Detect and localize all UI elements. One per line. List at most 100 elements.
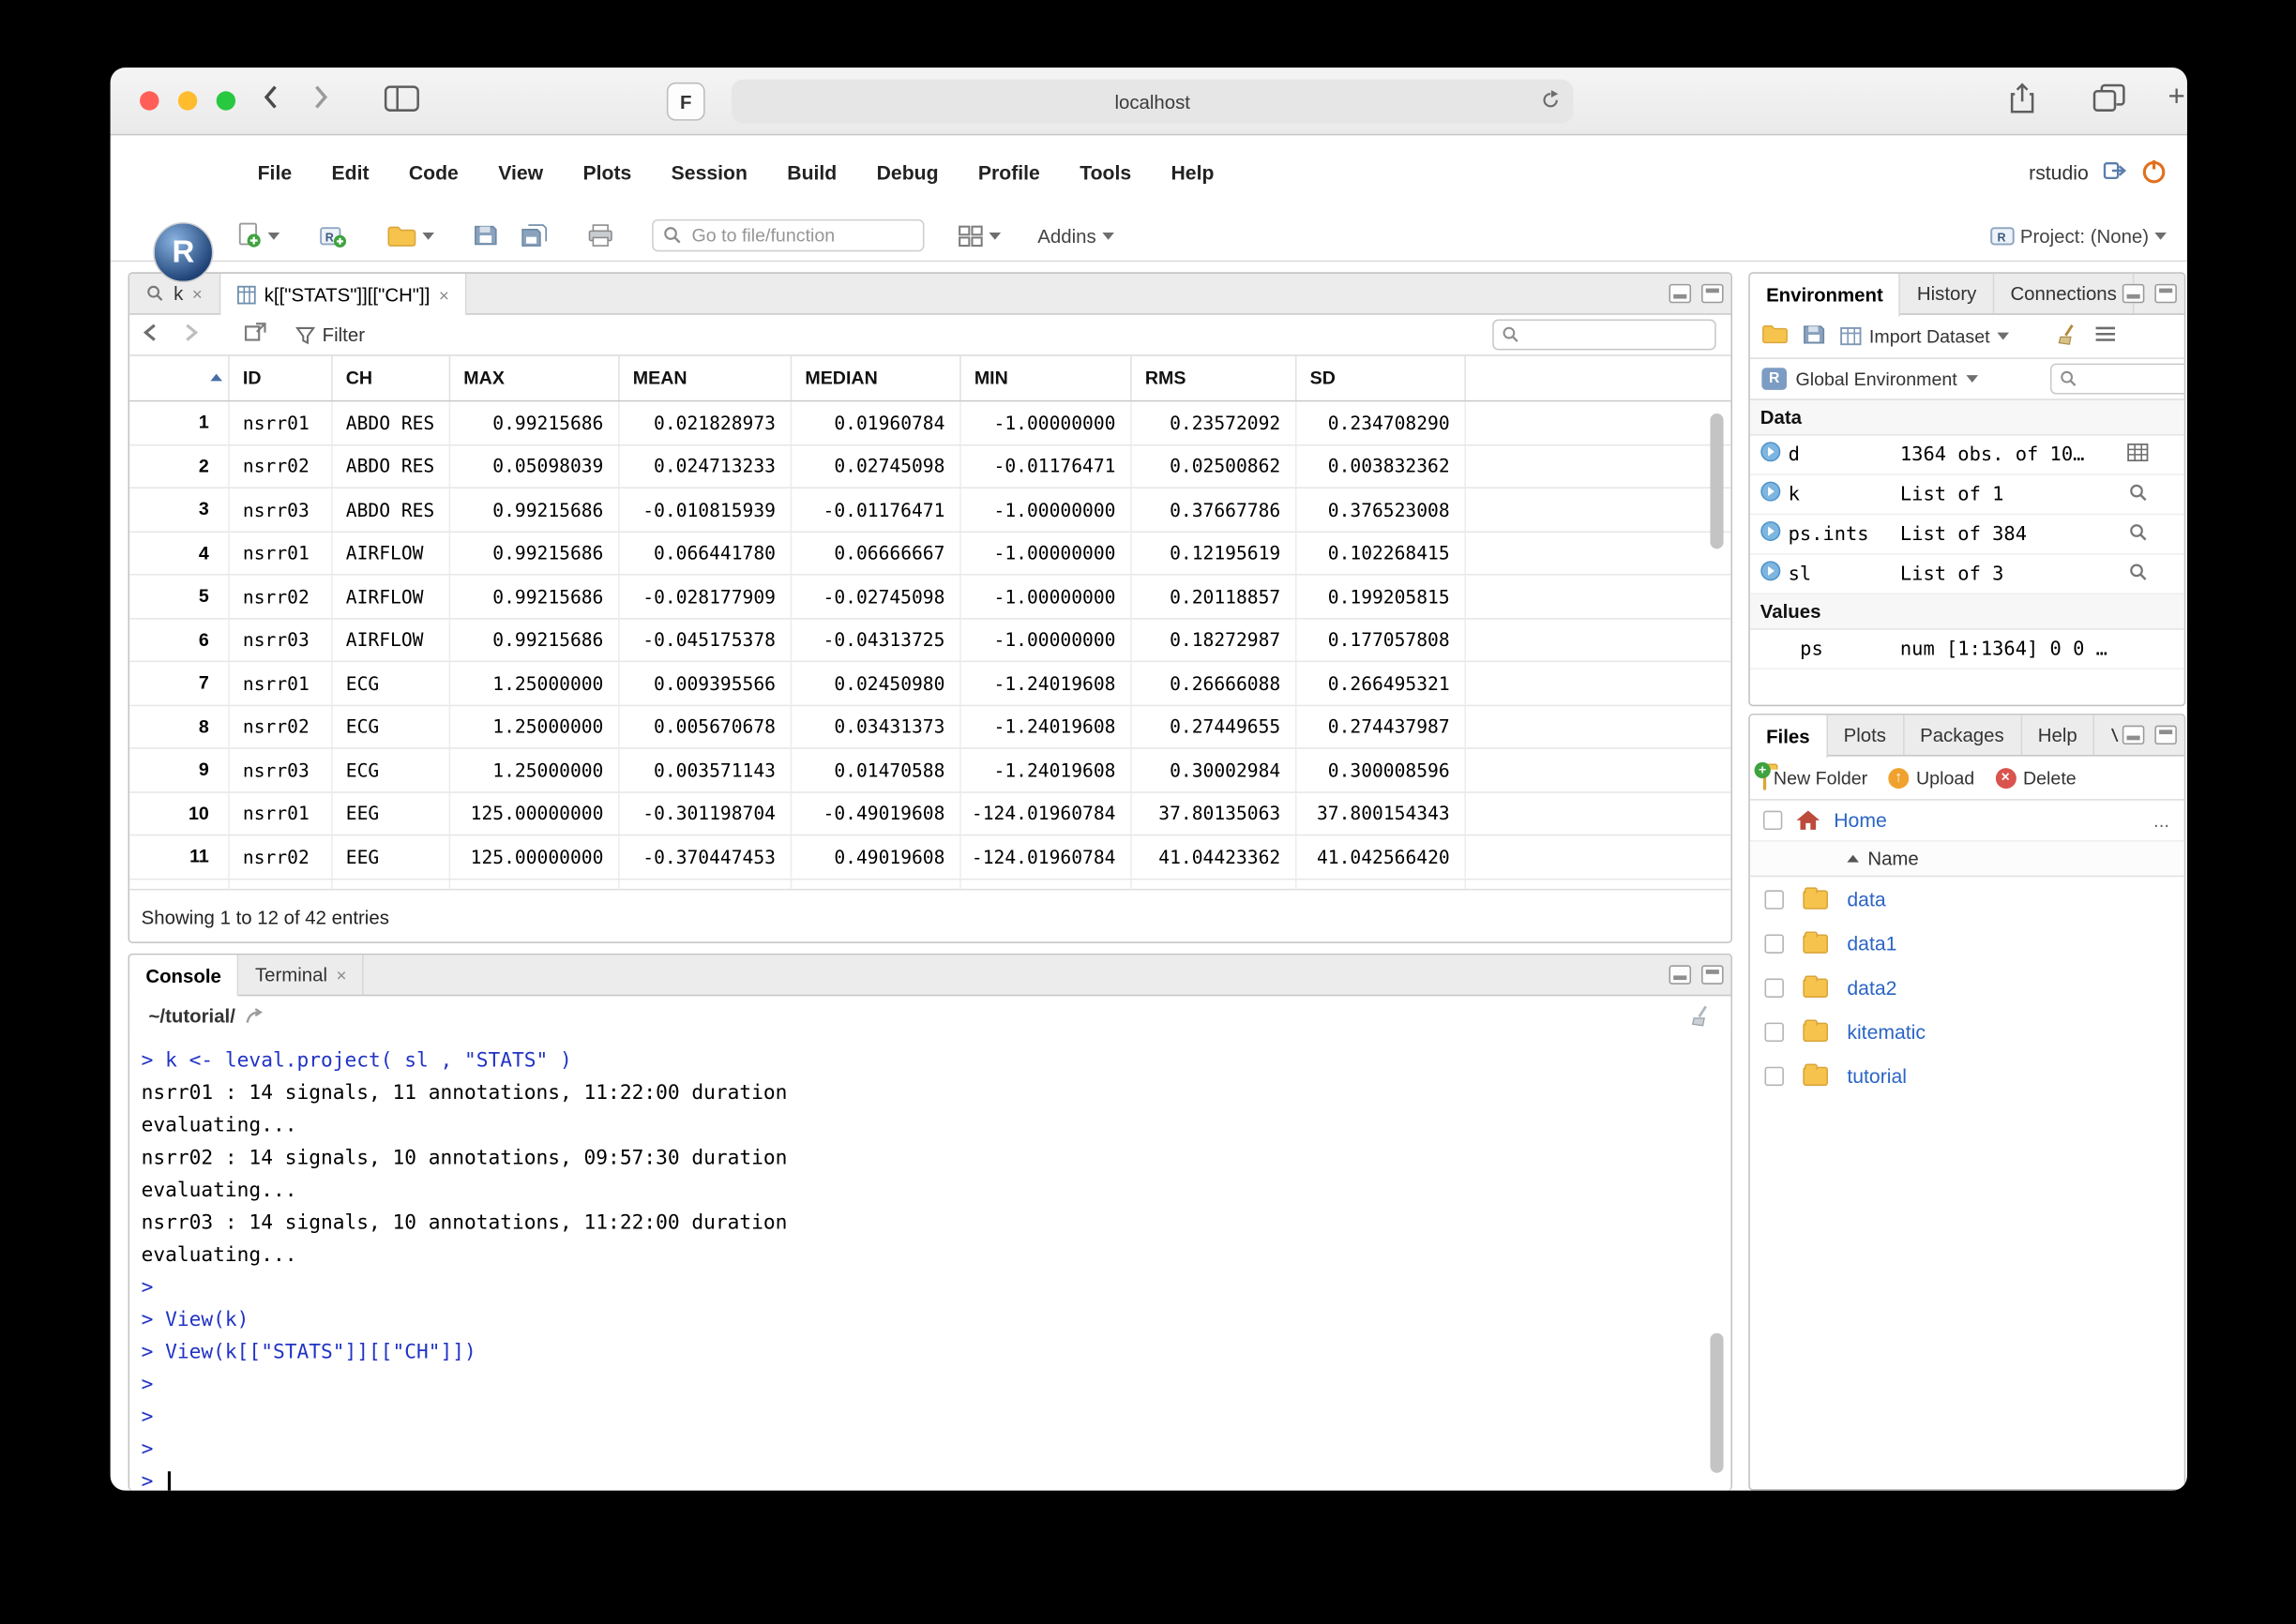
tab-help[interactable]: Help — [2022, 715, 2095, 755]
filter-button[interactable]: Filter — [295, 323, 365, 346]
environment-object-row[interactable]: ps.intsList of 384 — [1750, 515, 2184, 554]
close-window-button[interactable] — [140, 91, 159, 110]
sidebar-toggle-icon[interactable] — [385, 83, 420, 113]
maximize-pane-icon[interactable] — [1701, 284, 1724, 303]
table-row[interactable]: 4nsrr01AIRFLOW0.992156860.0664417800.066… — [129, 532, 1730, 575]
breadcrumb-home-link[interactable]: Home — [1834, 809, 1887, 832]
table-row[interactable]: 5nsrr02AIRFLOW0.99215686-0.028177909-0.0… — [129, 576, 1730, 619]
nav-back-icon[interactable] — [142, 322, 162, 348]
environment-search-input[interactable] — [2050, 364, 2184, 395]
table-row[interactable]: 2nsrr02ABDO RES0.050980390.0247132330.02… — [129, 445, 1730, 489]
goto-file-search[interactable]: Go to file/function — [652, 219, 924, 252]
menu-item-build[interactable]: Build — [787, 162, 837, 185]
table-row[interactable]: 3nsrr03ABDO RES0.99215686-0.010815939-0.… — [129, 489, 1730, 532]
column-header-max[interactable]: MAX — [450, 356, 619, 400]
open-file-button[interactable] — [387, 209, 434, 262]
breadcrumb-more-button[interactable]: ... — [2153, 809, 2169, 832]
table-row[interactable]: 8nsrr02ECG1.250000000.0056706780.0343137… — [129, 705, 1730, 748]
minimize-pane-icon[interactable] — [2122, 284, 2145, 303]
minimize-pane-icon[interactable] — [1669, 965, 1692, 984]
table-row[interactable]: 9nsrr03ECG1.250000000.0035711430.0147058… — [129, 749, 1730, 792]
files-name-header[interactable]: Name — [1750, 842, 2184, 878]
nav-forward-icon[interactable] — [179, 322, 200, 348]
tab-console[interactable]: Console — [129, 955, 239, 998]
file-checkbox[interactable] — [1765, 978, 1784, 997]
save-button[interactable] — [474, 209, 497, 262]
tab-overview-icon[interactable] — [2092, 83, 2125, 113]
tab-connections[interactable]: Connections — [1994, 274, 2135, 313]
select-all-checkbox[interactable] — [1763, 811, 1782, 830]
minimize-pane-icon[interactable] — [1669, 284, 1692, 303]
maximize-pane-icon[interactable] — [1701, 965, 1724, 984]
file-row[interactable]: kitematic — [1750, 1009, 2184, 1053]
column-header-id[interactable]: ID — [230, 356, 333, 400]
environment-object-row[interactable]: d1364 obs. of 10… — [1750, 435, 2184, 474]
file-name-link[interactable]: data1 — [1847, 932, 1896, 955]
table-row[interactable]: 10nsrr01EEG125.00000000-0.301198704-0.49… — [129, 792, 1730, 835]
column-header-min[interactable]: MIN — [961, 356, 1132, 400]
pane-layout-button[interactable] — [959, 209, 1002, 262]
save-workspace-icon[interactable] — [1803, 323, 1825, 349]
share-icon[interactable] — [2009, 83, 2035, 115]
file-name-link[interactable]: kitematic — [1847, 1020, 1926, 1043]
delete-button[interactable]: × Delete — [1995, 767, 2077, 788]
new-tab-icon[interactable]: + — [2168, 81, 2184, 114]
inspect-object-icon[interactable] — [2128, 483, 2149, 511]
table-row[interactable]: 6nsrr03AIRFLOW0.99215686-0.045175378-0.0… — [129, 619, 1730, 662]
print-button[interactable] — [587, 209, 613, 262]
column-header-ch[interactable]: CH — [333, 356, 451, 400]
console-output[interactable]: > k <- leval.project( sl , "STATS" )nsrr… — [129, 1036, 1730, 1491]
reload-icon[interactable] — [1539, 88, 1562, 116]
maximize-pane-icon[interactable] — [2154, 284, 2177, 303]
close-tab-icon[interactable]: × — [336, 965, 346, 985]
file-row[interactable]: data2 — [1750, 965, 2184, 1009]
file-row[interactable]: data1 — [1750, 921, 2184, 965]
view-table-icon[interactable] — [2127, 443, 2150, 469]
scrollbar-thumb[interactable] — [1710, 1333, 1723, 1473]
minimize-pane-icon[interactable] — [2122, 726, 2145, 744]
menu-item-plots[interactable]: Plots — [582, 162, 631, 185]
file-name-link[interactable]: data2 — [1847, 976, 1896, 999]
menu-item-tools[interactable]: Tools — [1080, 162, 1131, 185]
table-row[interactable]: 1nsrr01ABDO RES0.992156860.0218289730.01… — [129, 401, 1730, 444]
expand-object-icon[interactable] — [1760, 441, 1781, 469]
tab-terminal[interactable]: Terminal × — [239, 955, 365, 994]
file-checkbox[interactable] — [1765, 890, 1784, 909]
menu-item-debug[interactable]: Debug — [877, 162, 939, 185]
table-row[interactable]: 7nsrr01ECG1.250000000.0093955660.0245098… — [129, 662, 1730, 705]
file-checkbox[interactable] — [1765, 1022, 1784, 1041]
expand-object-icon[interactable] — [1760, 560, 1781, 588]
tab-history[interactable]: History — [1901, 274, 1995, 313]
load-workspace-icon[interactable] — [1761, 323, 1788, 349]
project-menu-button[interactable]: R Project: (None) — [1989, 209, 2167, 262]
table-search-input[interactable] — [1492, 320, 1716, 351]
clear-environment-icon[interactable] — [2056, 323, 2079, 349]
column-header-sd[interactable]: SD — [1296, 356, 1465, 400]
address-bar[interactable]: localhost — [732, 80, 1574, 124]
tab-files[interactable]: Files — [1750, 715, 1828, 759]
menu-item-edit[interactable]: Edit — [331, 162, 369, 185]
quit-session-icon[interactable] — [2141, 158, 2167, 188]
file-checkbox[interactable] — [1765, 1066, 1784, 1085]
import-dataset-button[interactable]: Import Dataset — [1840, 326, 2009, 347]
menu-item-profile[interactable]: Profile — [978, 162, 1040, 185]
column-header-median[interactable]: MEDIAN — [792, 356, 960, 400]
column-header-mean[interactable]: MEAN — [620, 356, 793, 400]
clear-console-icon[interactable] — [1689, 1005, 1713, 1031]
new-file-button[interactable] — [237, 209, 280, 262]
column-header-rms[interactable]: RMS — [1132, 356, 1297, 400]
new-project-button[interactable]: R — [320, 209, 348, 262]
file-row[interactable]: data — [1750, 877, 2184, 921]
save-all-button[interactable] — [521, 209, 550, 262]
menu-item-file[interactable]: File — [258, 162, 293, 185]
file-row[interactable]: tutorial — [1750, 1054, 2184, 1098]
popout-icon[interactable] — [244, 322, 266, 348]
sign-out-icon[interactable] — [2103, 160, 2126, 186]
file-name-link[interactable]: data — [1847, 888, 1885, 910]
zoom-window-button[interactable] — [217, 91, 235, 110]
tab-plots[interactable]: Plots — [1827, 715, 1903, 755]
maximize-pane-icon[interactable] — [2154, 726, 2177, 744]
tab-environment[interactable]: Environment — [1750, 274, 1901, 317]
addins-button[interactable]: Addins — [1037, 209, 1113, 262]
browser-forward-button[interactable] — [312, 83, 330, 112]
